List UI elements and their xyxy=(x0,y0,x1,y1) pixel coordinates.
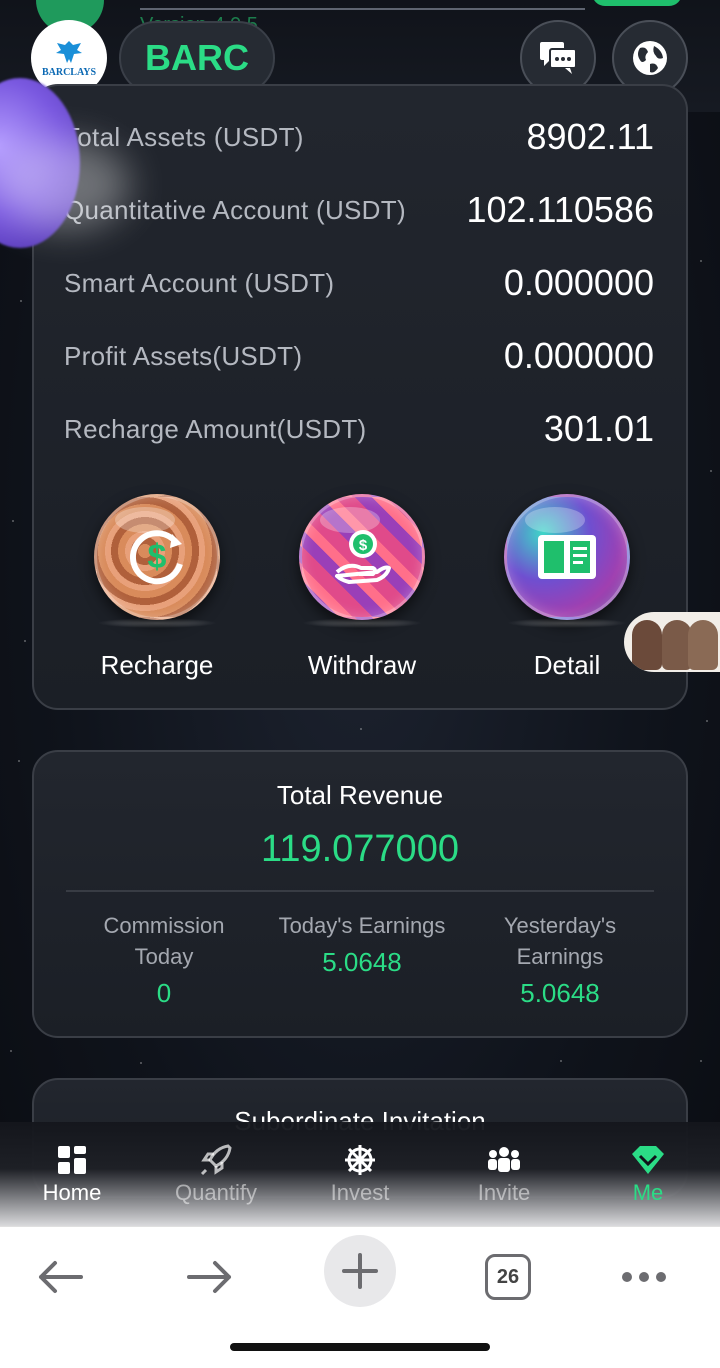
stat-label: Commission Today xyxy=(103,913,225,969)
more-button[interactable] xyxy=(604,1237,684,1317)
revenue-divider xyxy=(66,890,654,892)
wheel-icon xyxy=(300,1142,420,1178)
new-tab-button[interactable] xyxy=(324,1235,396,1307)
recharge-orb: $ xyxy=(94,494,220,620)
asset-label: Profit Assets(USDT) xyxy=(64,340,303,371)
tab-home[interactable]: Home xyxy=(12,1142,132,1206)
browser-toolbar: 26 xyxy=(0,1226,720,1368)
tabs-icon: 26 xyxy=(485,1254,531,1300)
detail-orb xyxy=(504,494,630,620)
agent-avatar xyxy=(632,620,662,670)
app-screen: Version-4.0.5 BARCLAYS BARC xyxy=(0,0,720,1368)
hand-coin-icon: $ xyxy=(302,497,422,617)
tab-label: Invite xyxy=(477,1180,531,1205)
recharge-label: Recharge xyxy=(100,650,214,680)
asset-value: 0.000000 xyxy=(503,335,654,376)
tab-label: Home xyxy=(42,1180,102,1205)
svg-text:$: $ xyxy=(359,537,368,554)
revenue-total: 119.077000 xyxy=(261,828,459,870)
tab-invest[interactable]: Invest xyxy=(300,1142,420,1206)
asset-row-profit: Profit Assets(USDT) 0.000000 xyxy=(64,335,654,377)
stat-label: Yesterday's Earnings xyxy=(503,913,617,969)
withdraw-label: Withdraw xyxy=(307,650,417,680)
recharge-button[interactable]: $ Recharge xyxy=(72,494,242,681)
tabs-button[interactable]: 26 xyxy=(468,1237,548,1317)
stat-value: 0 xyxy=(156,978,172,1008)
header-divider xyxy=(140,8,585,10)
asset-value: 102.110586 xyxy=(466,189,654,230)
commission-today: Commission Today 0 xyxy=(64,910,264,1009)
back-button[interactable] xyxy=(20,1237,100,1317)
asset-label: Smart Account (USDT) xyxy=(64,267,335,298)
tab-invite[interactable]: Invite xyxy=(444,1142,564,1206)
forward-button[interactable] xyxy=(170,1237,250,1317)
tab-label: Quantify xyxy=(175,1180,257,1205)
book-icon xyxy=(507,497,627,617)
asset-row-total: Total Assets (USDT) 8902.11 xyxy=(64,116,654,158)
asset-row-quantitative: Quantitative Account (USDT) 102.110586 xyxy=(64,189,654,231)
withdraw-button[interactable]: $ Withdraw xyxy=(277,494,447,681)
top-green-pill xyxy=(592,0,682,6)
rocket-icon xyxy=(156,1142,276,1178)
stat-value: 5.0648 xyxy=(322,947,402,977)
tab-label: Invest xyxy=(330,1180,390,1205)
group-icon xyxy=(444,1142,564,1178)
stat-label: Today's Earnings xyxy=(278,913,446,938)
asset-row-smart: Smart Account (USDT) 0.000000 xyxy=(64,262,654,304)
customer-support-button[interactable] xyxy=(624,612,720,672)
forward-arrow-icon xyxy=(187,1261,231,1293)
asset-row-recharge-amount: Recharge Amount(USDT) 301.01 xyxy=(64,408,654,450)
eagle-icon xyxy=(56,40,82,63)
diamond-icon xyxy=(588,1142,708,1178)
yesterdays-earnings: Yesterday's Earnings 5.0648 xyxy=(460,910,660,1009)
asset-value: 301.01 xyxy=(543,408,654,449)
svg-text:$: $ xyxy=(148,538,167,576)
plus-icon xyxy=(342,1253,378,1289)
tab-label: Me xyxy=(632,1180,664,1205)
agent-avatar xyxy=(688,620,718,670)
withdraw-orb: $ xyxy=(299,494,425,620)
tab-me[interactable]: Me xyxy=(588,1142,708,1206)
bottom-tab-bar: Home Quantify Invest Invite Me xyxy=(0,1122,720,1226)
chat-icon xyxy=(540,42,577,74)
dollar-refresh-icon: $ xyxy=(97,497,217,617)
more-icon xyxy=(622,1272,666,1282)
back-arrow-icon xyxy=(39,1261,83,1293)
stat-value: 5.0648 xyxy=(520,978,600,1008)
tab-quantify[interactable]: Quantify xyxy=(156,1142,276,1206)
home-indicator xyxy=(230,1343,490,1351)
logo-text: BARCLAYS xyxy=(41,66,97,78)
revenue-title: Total Revenue xyxy=(276,780,444,810)
grid-icon xyxy=(12,1142,132,1178)
asset-label: Recharge Amount(USDT) xyxy=(64,413,367,444)
asset-value: 8902.11 xyxy=(526,116,654,157)
asset-value: 0.000000 xyxy=(503,262,654,303)
planet-glow xyxy=(0,140,130,230)
globe-icon xyxy=(633,41,667,75)
assets-card: Total Assets (USDT) 8902.11 Quantitative… xyxy=(32,84,688,710)
revenue-card: Total Revenue 119.077000 Commission Toda… xyxy=(32,750,688,1038)
todays-earnings: Today's Earnings 5.0648 xyxy=(262,910,462,978)
